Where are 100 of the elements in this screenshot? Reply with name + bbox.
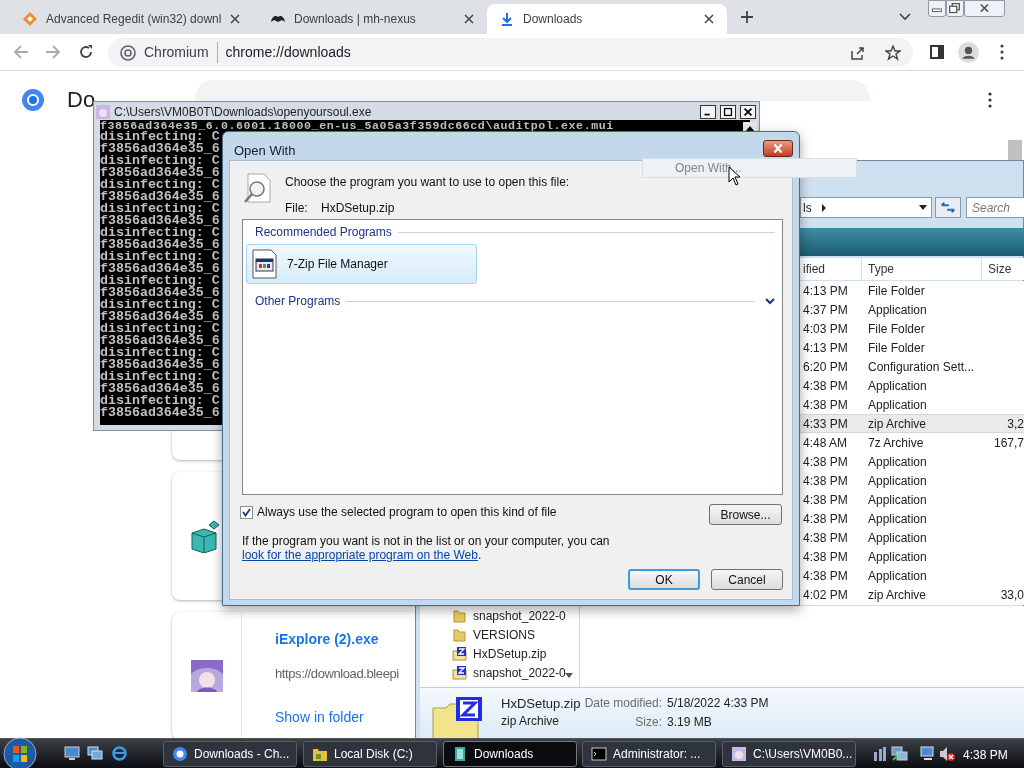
minimize-icon[interactable] [700,104,716,119]
close-icon[interactable] [229,13,242,25]
help-text: If the program you want is not in the list or on your computer, you can look for the appropriate program on the Web. [242,534,611,562]
section-heading: Recommended Programs [255,224,392,241]
console-line: f3856ad364e35_6 [100,143,220,155]
menu-item[interactable]: Open With... [642,158,857,178]
minimize-icon[interactable] [928,0,946,17]
scrollbar-thumb[interactable] [1008,140,1022,160]
app-icon [731,746,747,762]
file-row[interactable]: 4:38 PM Application [800,490,1024,509]
close-icon[interactable] [703,13,715,25]
search-field[interactable] [195,80,870,101]
address-bar[interactable]: Chromium chrome://downloads [108,38,913,67]
menu-icon[interactable] [1000,44,1004,60]
file-row[interactable]: 4:38 PM Application [800,566,1024,585]
windows-icon[interactable] [87,746,103,761]
new-tab-icon[interactable] [740,10,754,24]
file-row[interactable]: 4:13 PM File Folder [800,338,1024,357]
browser-tab[interactable]: Advanced Regedit (win32) downl [10,4,248,34]
table-cell-text: 4:48 AM [802,435,849,451]
taskbar-button[interactable]: Downloads [443,741,577,767]
file-row[interactable]: 4:38 PM Application [800,395,1024,414]
side-panel-icon[interactable] [930,45,944,59]
console-line: disinfecting: C [100,131,220,143]
file-link[interactable]: iExplore (2).exe [275,629,379,649]
file-row[interactable]: 4:03 PM File Folder [800,319,1024,338]
maximize-icon[interactable] [720,104,736,119]
file-row[interactable]: 4:37 PM Application [800,300,1024,319]
table-cell-text: Application [867,568,928,584]
help-link[interactable]: look for the appropriate program on the Web [242,548,478,562]
tree-item[interactable]: VERSIONS [420,625,579,644]
tree-item[interactable]: snapshot_2022-0 [420,606,579,625]
table-cell-text: File Folder [867,283,926,299]
restore-icon[interactable] [945,0,964,17]
browser-icon[interactable] [111,745,128,762]
close-icon[interactable] [763,140,793,157]
taskbar-button[interactable]: Local Disk (C:) [303,741,437,767]
breadcrumb[interactable]: ls [801,198,812,217]
reload-icon[interactable] [78,44,94,60]
column-header[interactable]: Size [982,258,1024,280]
star-icon[interactable] [885,44,901,61]
console-line: f3856ad364e35_6 [100,239,220,251]
desktop-icon[interactable] [64,746,80,761]
bars-icon[interactable] [873,746,887,762]
show-in-folder-link[interactable]: Show in folder [275,706,364,728]
dropdown-icon[interactable] [919,205,927,210]
table-cell-text: 4:37 PM [802,302,849,318]
section-heading: Other Programs [255,293,341,310]
console-line: disinfecting: C [100,227,220,239]
file-row[interactable]: 4:38 PM Application [800,509,1024,528]
start-button[interactable] [3,737,37,768]
file-row[interactable]: 4:33 PM zip Archive 3,2 [800,414,1024,433]
profile-icon[interactable] [958,42,979,63]
field-label: Size: [635,714,662,731]
monitor-icon[interactable] [920,746,937,762]
file-row[interactable]: 4:38 PM Application [800,547,1024,566]
chevron-down-icon[interactable] [899,12,911,22]
scroll-down-icon[interactable] [565,673,573,678]
file-row[interactable]: 6:20 PM Configuration Sett... [800,357,1024,376]
clock-time: 4:38 PM [963,747,1008,764]
share-icon[interactable] [849,44,865,61]
tree-item[interactable]: HxDSetup.zip [420,644,579,663]
tree-label: snapshot_2022-0 [473,607,566,625]
console-line: f3856ad364e35_6 [100,263,220,275]
file-row[interactable]: 4:38 PM Application [800,471,1024,490]
file-row[interactable]: 4:38 PM Application [800,528,1024,547]
tree-item[interactable]: snapshot_2022-0 [420,663,579,682]
cancel-button[interactable]: Cancel [711,569,783,590]
console-line: f3856ad364e35_6 [100,191,220,203]
muted-speaker-icon[interactable] [939,746,956,762]
taskbar-button[interactable]: Administrator: ... [582,741,716,767]
browse-button[interactable]: Browse... [709,504,782,525]
more-icon[interactable] [988,92,992,108]
network-icon[interactable] [891,746,908,762]
browser-tab[interactable]: Downloads | mh-nexus [258,4,487,34]
table-cell-text: zip Archive [867,587,928,603]
file-row[interactable]: 4:13 PM File Folder [800,281,1024,300]
close-icon[interactable] [463,13,475,25]
file-row[interactable]: 4:38 PM Application [800,376,1024,395]
close-icon[interactable] [740,104,756,119]
checkbox[interactable] [240,505,253,519]
file-row[interactable]: 4:02 PM zip Archive 33,0 [800,585,1024,604]
table-cell-text: 4:33 PM [802,416,849,432]
browser-tab[interactable]: Downloads [487,4,727,34]
search-field[interactable]: Search [966,197,1024,218]
taskbar-button[interactable]: Downloads - Ch... [163,741,297,767]
taskbar-button[interactable]: C:\Users\VM0B0... [722,741,856,767]
magnifier-document-icon [243,173,273,205]
tab-title: Advanced Regedit (win32) downl [46,11,222,28]
chevron-down-icon[interactable] [765,297,775,305]
column-header[interactable]: Type [862,258,982,280]
file-row[interactable]: 4:48 AM 7z Archive 167,7 [800,433,1024,452]
file-url: https://download.bleepi [275,665,399,683]
refresh-icon[interactable] [935,197,961,218]
ok-button[interactable]: OK [628,569,700,590]
file-row[interactable]: 4:38 PM Application [800,452,1024,471]
program-item[interactable]: 7-Zip File Manager [246,244,477,284]
console-line: disinfecting: C [100,323,220,335]
address-field[interactable]: ls [800,197,932,218]
console-line: f3856ad364e35_6 [100,335,220,347]
